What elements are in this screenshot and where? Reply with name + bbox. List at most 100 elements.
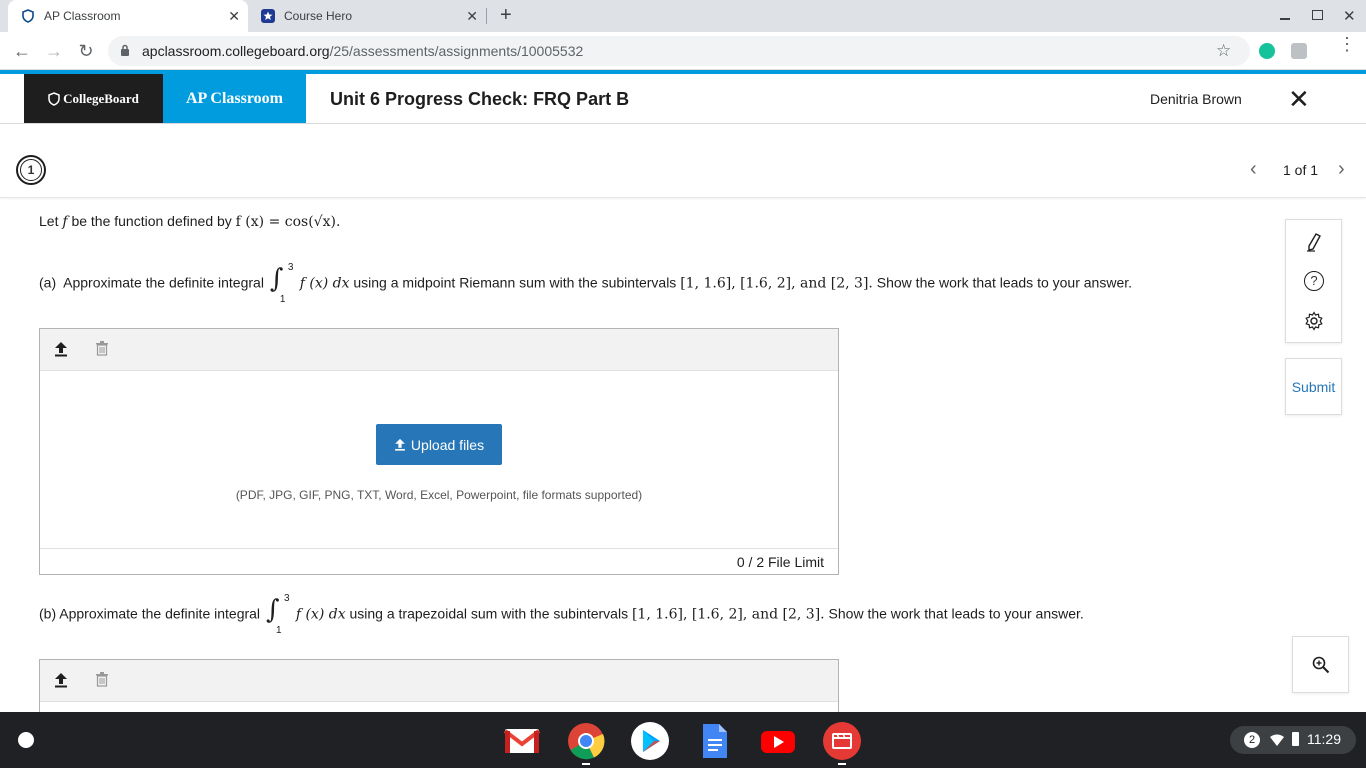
- file-limit-bar: 0 / 2 File Limit: [40, 548, 838, 574]
- reload-icon[interactable]: ↻: [74, 39, 98, 63]
- part-a-after: using a midpoint Riemann sum with the su…: [353, 274, 677, 291]
- chevron-left-icon[interactable]: ‹: [1250, 158, 1257, 181]
- supported-formats: (PDF, JPG, GIF, PNG, TXT, Word, Excel, P…: [235, 488, 643, 502]
- upload-toolbar: [40, 329, 838, 371]
- part-b-integrand: f (x) dx: [295, 606, 346, 623]
- integral-lower: 1: [279, 294, 286, 305]
- menu-kebab-icon[interactable]: ⋮: [1338, 35, 1356, 53]
- tab-strip: AP Classroom ✕ Course Hero ✕ + ✕: [0, 0, 1366, 32]
- question-nav: 1 ‹ 1 of 1 ›: [0, 142, 1366, 198]
- upload-arrow-icon[interactable]: [54, 341, 68, 362]
- url-domain: apclassroom.collegeboard.org: [142, 43, 330, 59]
- help-icon[interactable]: ?: [1304, 271, 1324, 291]
- play-store-icon[interactable]: [631, 722, 669, 760]
- forward-icon[interactable]: →: [42, 39, 66, 63]
- new-tab-icon[interactable]: +: [500, 4, 512, 27]
- ap-classroom-logo[interactable]: AP Classroom: [163, 74, 306, 123]
- upload-files-button[interactable]: Upload files: [376, 424, 502, 465]
- question-number: 1: [20, 159, 42, 181]
- part-a-before: Approximate the definite integral: [63, 274, 264, 291]
- back-icon[interactable]: ←: [10, 39, 34, 63]
- tab-label: Course Hero: [284, 9, 353, 23]
- question-number-badge[interactable]: 1: [16, 155, 46, 185]
- lock-icon: [120, 44, 130, 62]
- youtube-icon[interactable]: [759, 722, 797, 760]
- app-header: CollegeBoard AP Classroom Unit 6 Progres…: [0, 74, 1366, 124]
- tool-panel: ?: [1285, 219, 1342, 343]
- part-b-intervals: [1, 1.6], [1.6, 2], and [2, 3].: [631, 606, 825, 623]
- extension-icon[interactable]: [1291, 43, 1307, 59]
- part-a-integrand: f (x) dx: [299, 275, 350, 292]
- video-editor-icon[interactable]: [823, 722, 861, 760]
- wifi-icon: [1270, 733, 1284, 749]
- integral-sign: ∫ 3 1: [269, 262, 294, 305]
- running-indicator: [582, 763, 590, 765]
- clock: 11:29: [1307, 731, 1341, 747]
- submit-label: Submit: [1291, 378, 1336, 395]
- page-title: Unit 6 Progress Check: FRQ Part B: [330, 89, 630, 109]
- submit-button[interactable]: Submit: [1285, 358, 1342, 415]
- url-path: /25/assessments/assignments/10005532: [329, 43, 584, 59]
- battery-icon: [1292, 732, 1299, 746]
- question-stem: Let f be the function defined by f (x) =…: [39, 213, 340, 230]
- part-a-intervals: [1, 1.6], [1.6, 2], and [2, 3].: [680, 275, 873, 292]
- os-shelf: 2 11:29: [0, 712, 1366, 768]
- ap-classroom-label: AP Classroom: [185, 89, 284, 107]
- part-a-tail: Show the work that leads to your answer.: [876, 274, 1133, 291]
- integral-upper: 3: [283, 593, 290, 604]
- running-indicator: [838, 763, 846, 765]
- file-limit: 0 / 2 File Limit: [736, 554, 824, 570]
- trash-icon[interactable]: [96, 672, 108, 692]
- bookmark-star-icon[interactable]: ☆: [1216, 41, 1231, 61]
- zoom-in-icon: [1312, 656, 1329, 673]
- gmail-icon[interactable]: [503, 722, 541, 760]
- acorn-icon: [48, 91, 60, 106]
- tab-course-hero[interactable]: Course Hero ✕: [248, 0, 486, 32]
- shield-icon: [20, 8, 36, 24]
- chrome-icon[interactable]: [567, 722, 605, 760]
- stem-formula: f (x) = cos(√x).: [235, 214, 341, 230]
- part-a-label: (a): [39, 274, 57, 291]
- star-badge-icon: [260, 8, 276, 24]
- chevron-right-icon[interactable]: ›: [1338, 158, 1345, 181]
- trash-icon[interactable]: [96, 341, 108, 361]
- google-docs-icon[interactable]: [695, 722, 733, 760]
- collegeboard-label: CollegeBoard: [63, 90, 139, 106]
- notification-badge: 2: [1244, 732, 1260, 748]
- upload-arrow-icon: [395, 438, 405, 451]
- browser-toolbar: ← → ↻ apclassroom.collegeboard.org/25/as…: [0, 32, 1366, 70]
- launcher-icon[interactable]: [18, 732, 34, 748]
- integral-upper: 3: [287, 262, 294, 273]
- close-tab-icon[interactable]: ✕: [466, 8, 478, 25]
- user-name[interactable]: Denitria Brown: [1150, 91, 1242, 107]
- gear-icon[interactable]: [1304, 311, 1324, 336]
- grammarly-icon[interactable]: [1259, 43, 1275, 59]
- pager: 1 of 1: [1283, 162, 1319, 178]
- upload-box-b: [39, 659, 839, 719]
- part-a-text: (a) Approximate the definite integral ∫ …: [39, 262, 1133, 305]
- tab-ap-classroom[interactable]: AP Classroom ✕: [8, 0, 248, 32]
- part-b-after: using a trapezoidal sum with the subinte…: [349, 605, 629, 622]
- zoom-in-button[interactable]: [1292, 636, 1349, 693]
- minimize-icon[interactable]: [1280, 6, 1290, 20]
- address-bar[interactable]: apclassroom.collegeboard.org/25/assessme…: [108, 36, 1250, 66]
- pencil-icon[interactable]: [1305, 232, 1323, 257]
- stem-var: f: [62, 214, 68, 230]
- upload-button-label: Upload files: [410, 436, 485, 453]
- tab-label: AP Classroom: [44, 9, 121, 23]
- upload-arrow-icon[interactable]: [54, 672, 68, 693]
- stem-prefix: Let: [39, 213, 59, 229]
- part-b-tail: Show the work that leads to your answer.: [828, 605, 1084, 622]
- restore-icon[interactable]: [1312, 10, 1323, 20]
- close-window-icon[interactable]: ✕: [1343, 7, 1356, 25]
- part-b-before: Approximate the definite integral: [59, 605, 261, 622]
- close-icon[interactable]: ✕: [1288, 84, 1310, 115]
- status-tray[interactable]: 2 11:29: [1230, 726, 1356, 754]
- part-b-text: (b) Approximate the definite integral ∫ …: [39, 593, 1084, 636]
- collegeboard-logo[interactable]: CollegeBoard: [24, 74, 163, 123]
- close-tab-icon[interactable]: ✕: [228, 8, 240, 25]
- stem-middle: be the function defined by: [71, 213, 232, 229]
- part-b-label: (b): [39, 605, 57, 622]
- tab-divider: [486, 8, 487, 24]
- upload-toolbar: [40, 660, 838, 702]
